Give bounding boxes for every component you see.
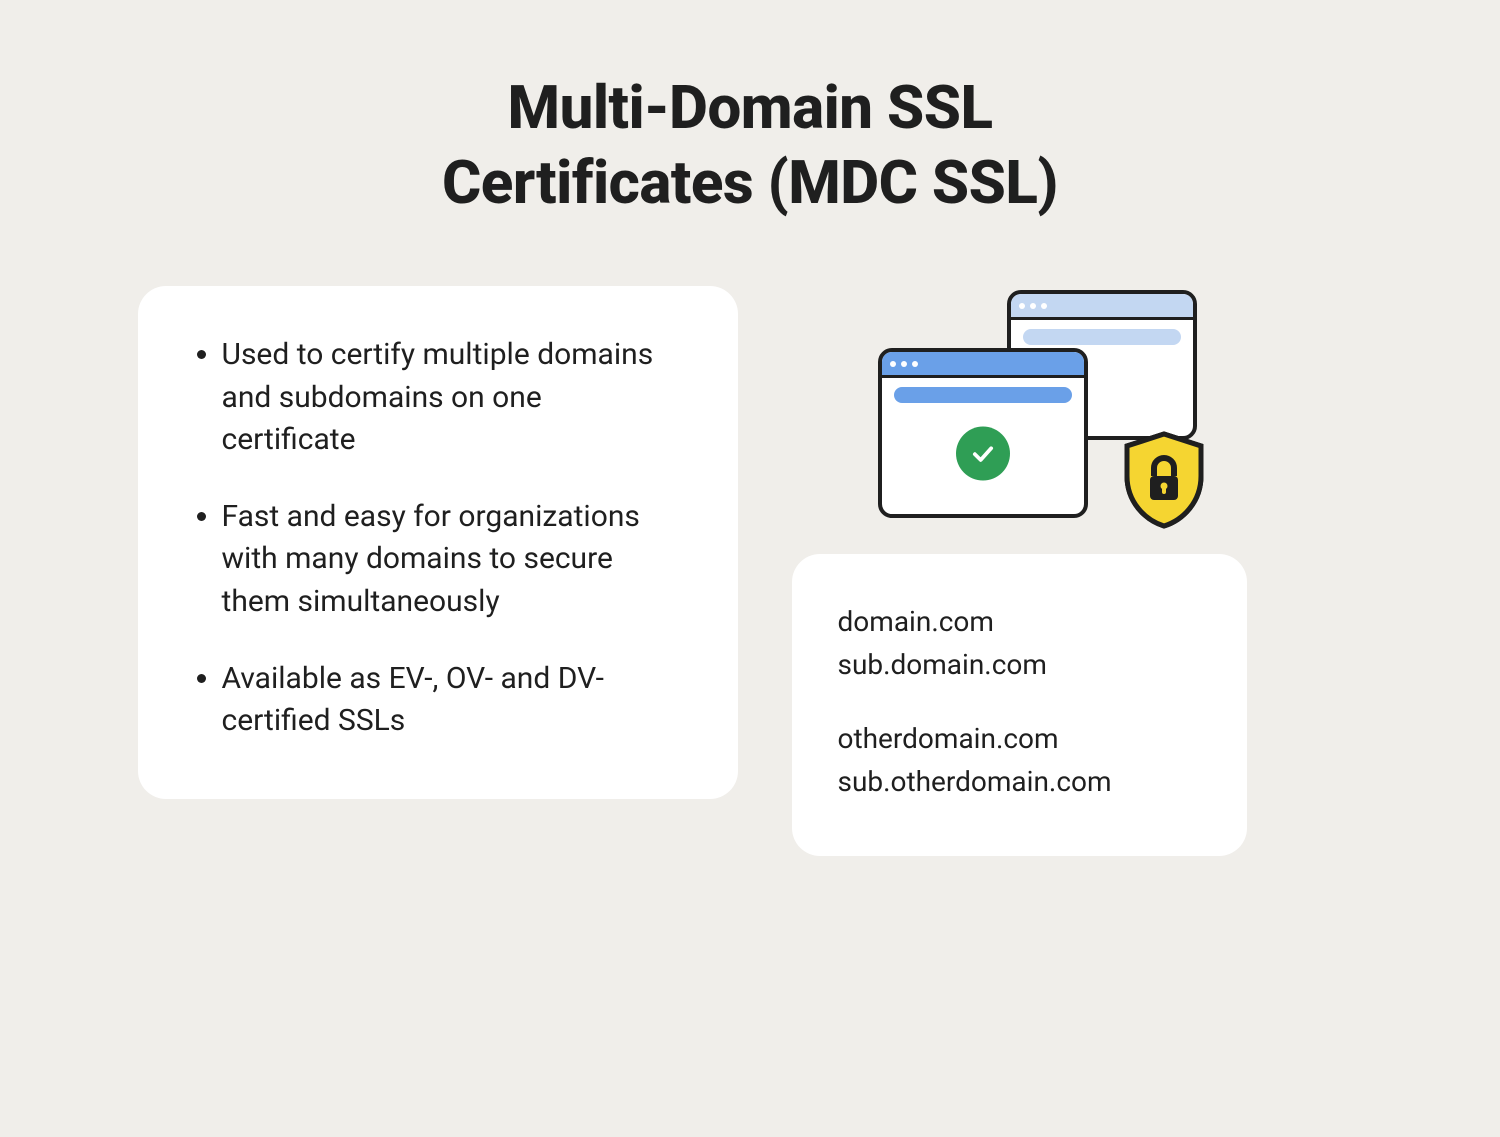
domain-list: domain.com sub.domain.com otherdomain.co… (838, 600, 1207, 804)
checkmark-badge-icon (956, 427, 1010, 481)
domain-item: domain.com (838, 600, 1207, 643)
domains-card: domain.com sub.domain.com otherdomain.co… (792, 554, 1247, 856)
address-bar (894, 387, 1072, 403)
illustration (792, 286, 1247, 526)
content-columns: Used to certify multiple domains and sub… (138, 286, 1363, 856)
infographic-root: Multi-Domain SSL Certificates (MDC SSL) … (138, 0, 1363, 856)
domain-item: sub.domain.com (838, 643, 1207, 686)
browser-window-front-icon (878, 348, 1088, 518)
title-line-2: Certificates (MDC SSL) (442, 147, 1058, 218)
window-titlebar (882, 352, 1084, 378)
window-titlebar (1011, 294, 1193, 320)
page-title: Multi-Domain SSL Certificates (MDC SSL) (138, 70, 1363, 220)
feature-item: Used to certify multiple domains and sub… (222, 334, 662, 462)
domain-item: otherdomain.com (838, 717, 1207, 760)
feature-item: Fast and easy for organizations with man… (222, 496, 662, 624)
lock-shield-icon (1119, 430, 1209, 530)
title-line-1: Multi-Domain SSL (508, 72, 993, 143)
features-card: Used to certify multiple domains and sub… (138, 286, 738, 799)
feature-item: Available as EV-, OV- and DV-certified S… (222, 658, 662, 743)
right-column: domain.com sub.domain.com otherdomain.co… (792, 286, 1247, 856)
domain-item: sub.otherdomain.com (838, 760, 1207, 803)
address-bar (1023, 329, 1181, 345)
domain-group-separator (838, 687, 1207, 717)
feature-list: Used to certify multiple domains and sub… (188, 334, 690, 743)
